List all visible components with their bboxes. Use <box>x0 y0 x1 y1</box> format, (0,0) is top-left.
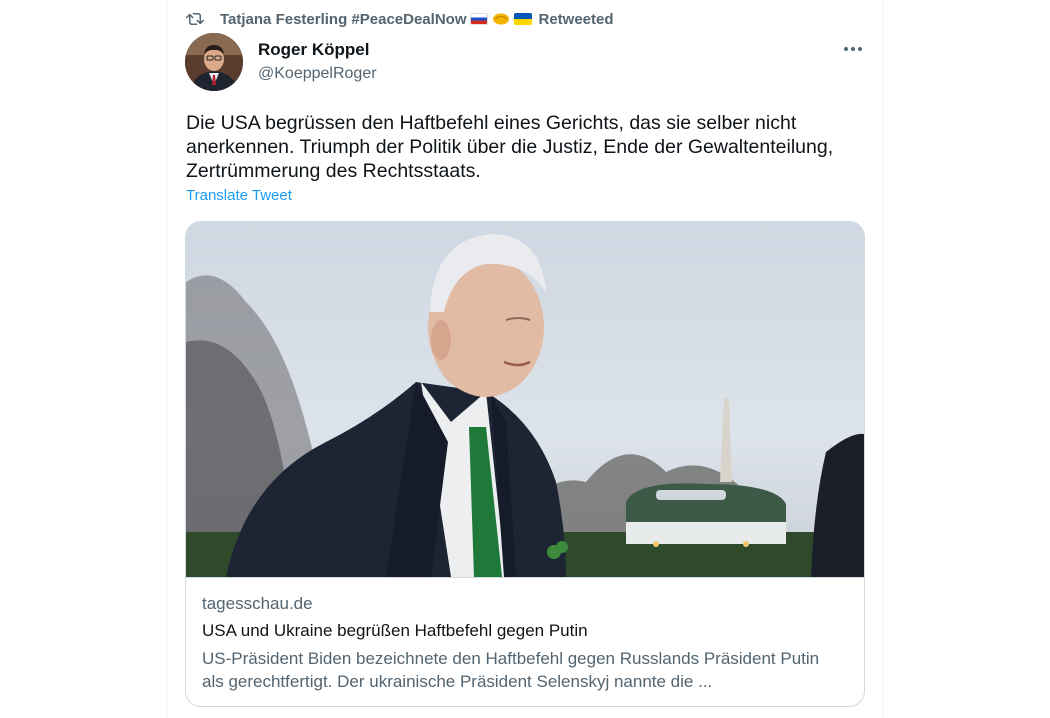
retweet-indicator[interactable]: Tatjana Festerling #PeaceDealNow Retweet… <box>186 9 614 29</box>
tweet-text: Die USA begrüssen den Haftbefehl eines G… <box>186 112 834 182</box>
russia-flag-icon <box>470 13 489 25</box>
retweet-icon <box>186 9 206 29</box>
link-preview-card[interactable]: tagesschau.de USA und Ukraine begrüßen H… <box>185 221 865 707</box>
handshake-icon <box>492 12 510 26</box>
ukraine-flag-icon <box>514 13 533 25</box>
author-handle[interactable]: @KoeppelRoger <box>258 65 377 83</box>
retweeted-label: Retweeted <box>538 10 614 28</box>
author-name[interactable]: Roger Köppel <box>258 40 369 60</box>
retweeter-name[interactable]: Tatjana Festerling #PeaceDealNow <box>220 11 466 28</box>
translate-tweet-link[interactable]: Translate Tweet <box>186 187 292 204</box>
card-title[interactable]: USA und Ukraine begrüßen Haftbefehl gege… <box>202 621 588 641</box>
card-image[interactable] <box>186 222 864 577</box>
avatar[interactable] <box>185 33 243 91</box>
more-options-icon[interactable] <box>841 38 865 60</box>
card-domain: tagesschau.de <box>202 594 313 613</box>
card-divider <box>186 577 864 578</box>
card-description: US-Präsident Biden bezeichnete den Haftb… <box>202 649 820 691</box>
